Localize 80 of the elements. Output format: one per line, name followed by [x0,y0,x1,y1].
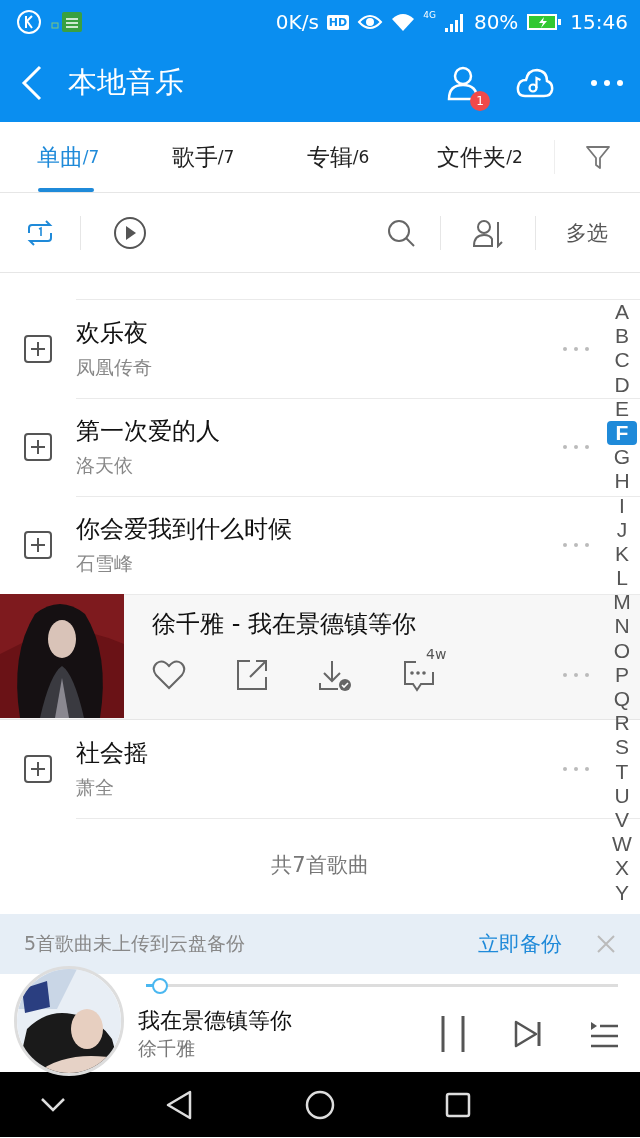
song-title[interactable]: 你会爱我到什么时候 [76,512,562,545]
add-icon[interactable] [24,335,52,363]
chevron-down-icon[interactable] [40,1096,66,1113]
index-letter[interactable]: O [607,638,637,663]
song-title[interactable]: 第一次爱的人 [76,414,562,447]
index-letter[interactable]: K [607,541,637,567]
comment-count: 4w [426,646,447,662]
battery-level: 80% [473,10,519,34]
song-title[interactable]: 徐千雅 - 我在景德镇等你 [152,608,416,640]
sort-by-artist-icon[interactable] [472,217,504,248]
index-letter[interactable]: W [607,832,637,857]
index-letter[interactable]: Q [607,687,637,712]
index-letter[interactable]: Y [607,880,637,905]
tab[interactable]: 单曲/7 [0,122,136,192]
share-icon[interactable] [236,659,268,691]
notification-badge: 1 [470,91,490,111]
signal-icon [443,11,466,33]
downloaded-icon[interactable] [318,659,352,691]
index-letter[interactable]: N [607,614,637,639]
filter-icon[interactable] [584,144,611,170]
cloud-music-icon[interactable] [516,67,554,99]
tab[interactable]: 专辑/6 [270,122,406,192]
clock: 15:46 [570,10,628,34]
repeat-one-icon[interactable] [25,218,55,247]
play-icon[interactable] [113,215,147,250]
index-letter[interactable]: P [607,662,637,687]
index-letter[interactable]: S [607,735,637,760]
back-icon[interactable] [165,1089,193,1120]
index-letter[interactable]: J [607,517,637,542]
index-letter[interactable]: C [607,348,637,373]
song-artist: 石雪峰 [76,550,134,576]
index-letter[interactable]: B [607,324,637,349]
more-icon[interactable] [590,79,624,87]
index-letter[interactable]: R [607,711,637,736]
pause-icon[interactable] [440,1015,466,1052]
heart-icon[interactable] [152,660,186,690]
song-artist: 萧全 [76,774,115,800]
hd-badge: HD [326,14,350,30]
network-type: 4G [423,10,436,20]
index-letter[interactable]: I [607,493,637,518]
index-letter[interactable]: T [607,759,637,784]
track-artist: 徐千雅 [138,1035,196,1061]
index-letter[interactable]: E [607,396,637,421]
index-letter[interactable]: X [607,856,637,881]
add-icon[interactable] [24,433,52,461]
home-icon[interactable] [305,1089,335,1120]
index-letter[interactable]: L [607,566,637,591]
progress-thumb[interactable] [151,977,168,994]
search-icon[interactable] [386,217,416,248]
next-icon[interactable] [514,1019,542,1048]
tab[interactable]: 文件夹/2 [406,122,554,192]
index-letter[interactable]: F [607,420,637,446]
add-icon[interactable] [24,755,52,783]
page-title: 本地音乐 [68,64,185,101]
song-artist: 洛天依 [76,452,134,478]
index-letter[interactable]: U [607,783,637,808]
index-letter[interactable]: A [607,300,637,325]
index-letter[interactable]: M [607,590,637,615]
comment-icon[interactable] [402,658,436,692]
app-icon [50,9,84,35]
song-artist: 凤凰传奇 [76,354,153,380]
wifi-icon [391,12,416,32]
tab[interactable]: 歌手/7 [136,122,270,192]
song-title[interactable]: 欢乐夜 [76,316,562,349]
song-count: 共7首歌曲 [271,852,369,879]
battery-icon [526,12,563,32]
index-letter[interactable]: V [607,807,637,833]
playlist-icon[interactable] [590,1019,618,1048]
song-title[interactable]: 社会摇 [76,736,562,769]
index-letter[interactable]: H [607,469,637,494]
eye-icon [357,13,384,31]
k-icon [16,9,42,35]
track-title: 我在景德镇等你 [138,1006,293,1035]
add-icon[interactable] [24,531,52,559]
index-letter[interactable]: D [607,372,637,397]
network-speed: 0K/s [275,10,319,34]
backup-message: 5首歌曲未上传到云盘备份 [24,931,247,956]
multi-select-button[interactable]: 多选 [566,218,608,247]
index-letter[interactable]: G [607,445,637,470]
recent-apps-icon[interactable] [445,1091,471,1118]
